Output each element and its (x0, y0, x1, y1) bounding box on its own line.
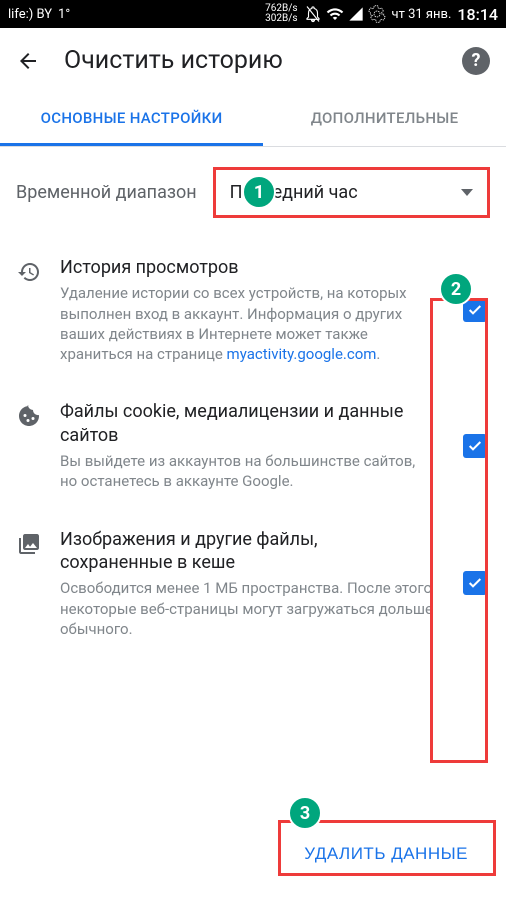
list-item-history[interactable]: История просмотров Удаление истории со в… (0, 238, 506, 382)
tabs: ОСНОВНЫЕ НАСТРОЙКИ ДОПОЛНИТЕЛЬНЫЕ (0, 93, 506, 147)
checkbox-cookies[interactable] (463, 434, 487, 458)
list-item-cookies[interactable]: Файлы cookie, медиалицензии и данные сай… (0, 382, 506, 509)
date-label: чт 31 янв. (392, 7, 452, 22)
cookie-icon (16, 404, 42, 428)
time-range-label: Временной диапазон (16, 182, 197, 203)
help-icon[interactable]: ? (462, 47, 490, 75)
tab-basic[interactable]: ОСНОВНЫЕ НАСТРОЙКИ (0, 93, 263, 146)
checkbox-cache[interactable] (463, 571, 487, 595)
item-desc: Удаление истории со всех устройств, на к… (60, 283, 434, 364)
list-item-cache[interactable]: Изображения и другие файлы, сохраненные … (0, 510, 506, 658)
back-icon[interactable] (16, 49, 40, 73)
temp-label: 1° (58, 7, 70, 22)
delete-data-button[interactable]: УДАЛИТЬ ДАННЫЕ (294, 832, 478, 876)
chevron-down-icon (461, 189, 473, 196)
signal-icon (348, 6, 364, 22)
history-icon (16, 260, 42, 284)
time-label: 18:14 (457, 5, 498, 24)
item-title: Файлы cookie, медиалицензии и данные сай… (60, 400, 434, 447)
annotation-badge-3: 3 (288, 796, 322, 830)
wifi-icon (326, 5, 344, 23)
tab-advanced[interactable]: ДОПОЛНИТЕЛЬНЫЕ (263, 93, 506, 146)
item-desc: Вы выйдете из аккаунтов на большинстве с… (60, 451, 434, 492)
annotation-badge-1: 1 (242, 175, 276, 209)
network-speed: 762B/s 302B/s (265, 4, 297, 24)
image-icon (16, 532, 42, 556)
item-desc: Освободится менее 1 МБ пространства. Пос… (60, 578, 434, 639)
annotation-badge-2: 2 (439, 272, 473, 306)
dnd-icon (304, 5, 322, 23)
gear-icon (368, 5, 386, 23)
page-title: Очистить историю (64, 46, 438, 75)
app-bar: Очистить историю ? (0, 28, 506, 93)
item-title: История просмотров (60, 256, 434, 279)
carrier-label: life:) BY (8, 7, 52, 22)
myactivity-link[interactable]: myactivity.google.com (227, 345, 377, 363)
item-title: Изображения и другие файлы, сохраненные … (60, 528, 434, 575)
status-bar: life:) BY 1° 762B/s 302B/s чт 31 янв. 18… (0, 0, 506, 28)
